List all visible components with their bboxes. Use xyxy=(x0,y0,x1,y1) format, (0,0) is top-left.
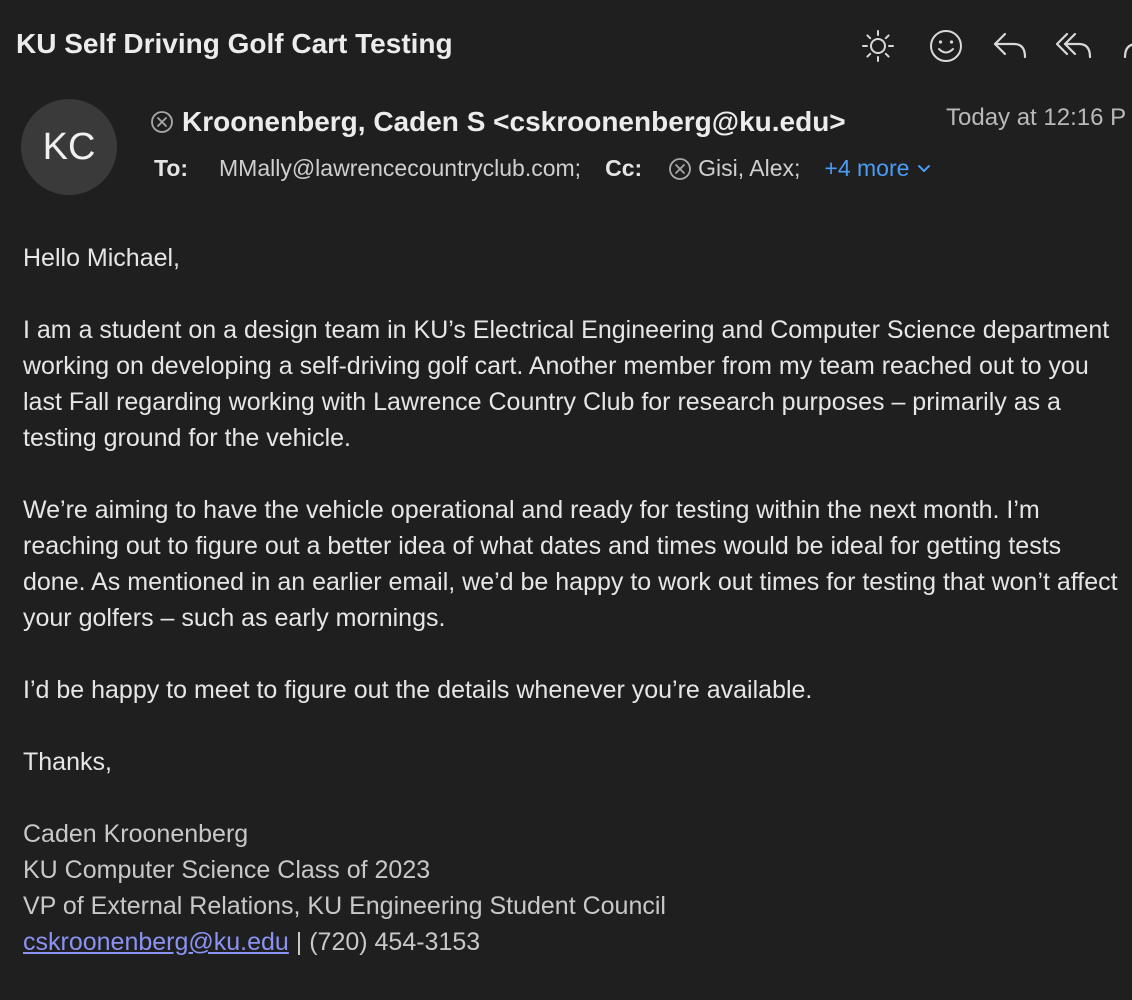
cc-label: Cc: xyxy=(605,155,643,181)
recipients-row: To: MMally@lawrencecountryclub.com; Cc: … xyxy=(154,155,931,182)
remove-cc-icon[interactable] xyxy=(668,157,692,181)
reply-all-icon[interactable] xyxy=(1054,26,1094,66)
body-paragraph-3: I’d be happy to meet to figure out the d… xyxy=(23,676,813,704)
signature-contact: cskroonenberg@ku.edu | (720) 454-3153 xyxy=(23,924,1123,960)
more-recipients-label: +4 more xyxy=(824,155,910,181)
sender-name[interactable]: Kroonenberg, Caden S <cskroonenberg@ku.e… xyxy=(182,106,846,138)
chevron-down-icon xyxy=(918,164,931,172)
closing: Thanks, xyxy=(23,748,112,776)
signature: Caden Kroonenberg KU Computer Science Cl… xyxy=(23,816,1123,960)
signature-name: Caden Kroonenberg xyxy=(23,820,249,848)
remove-recipient-icon[interactable] xyxy=(150,110,174,134)
from-row: Kroonenberg, Caden S <cskroonenberg@ku.e… xyxy=(150,106,846,138)
body-paragraph-2: We’re aiming to have the vehicle operati… xyxy=(23,496,1118,632)
sender-avatar: KC xyxy=(21,99,117,195)
cc-recipient[interactable]: Gisi, Alex; xyxy=(698,155,800,182)
body-paragraph-1: I am a student on a design team in KU’s … xyxy=(23,316,1110,452)
reply-icon[interactable] xyxy=(990,26,1030,66)
signature-line-1: KU Computer Science Class of 2023 xyxy=(23,856,431,884)
to-recipient[interactable]: MMally@lawrencecountryclub.com; xyxy=(219,155,581,182)
forward-icon[interactable] xyxy=(1114,26,1132,66)
signature-phone: | (720) 454-3153 xyxy=(288,928,481,956)
more-recipients-link[interactable]: +4 more xyxy=(824,155,931,182)
sun-icon[interactable] xyxy=(858,26,898,66)
timestamp: Today at 12:16 P xyxy=(946,104,1127,131)
smiley-icon[interactable] xyxy=(926,26,966,66)
signature-email-link[interactable]: cskroonenberg@ku.edu xyxy=(23,928,289,956)
email-subject: KU Self Driving Golf Cart Testing xyxy=(16,28,453,59)
signature-line-2: VP of External Relations, KU Engineering… xyxy=(23,892,666,920)
greeting: Hello Michael, xyxy=(23,244,181,272)
to-label: To: xyxy=(154,155,189,181)
email-body: Hello Michael, I am a student on a desig… xyxy=(23,240,1123,960)
